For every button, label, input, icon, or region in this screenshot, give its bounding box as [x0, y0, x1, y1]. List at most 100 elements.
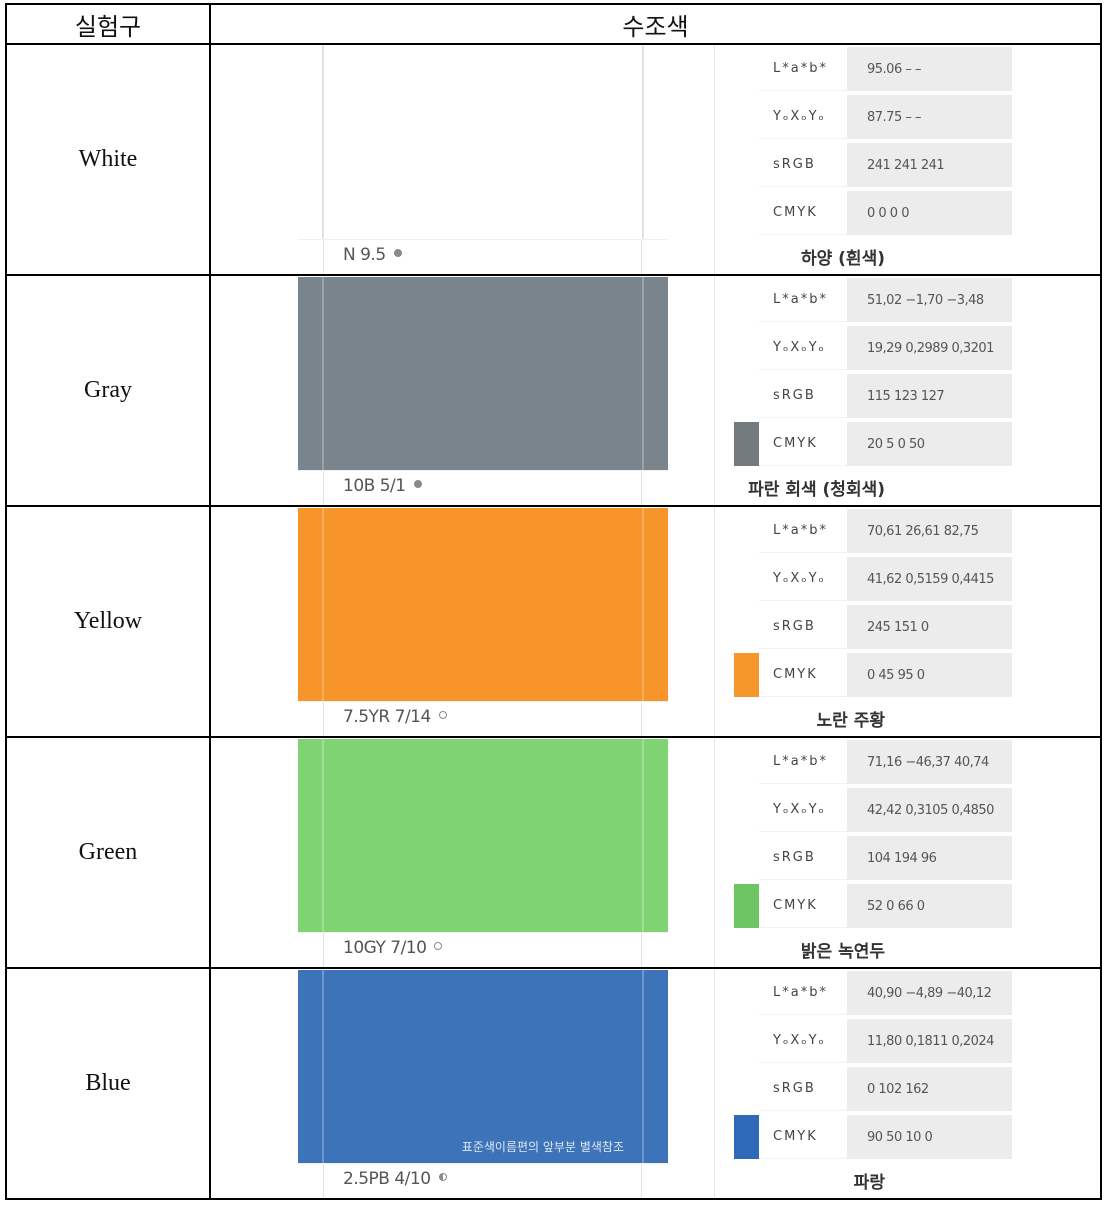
spec-row-lab: L*a*b* 71,16 −46,37 40,74	[734, 740, 1012, 784]
value-dot-icon	[393, 249, 402, 257]
color-swatch	[298, 46, 668, 239]
group-label: Gray	[5, 274, 211, 507]
spec-key: YₒXₒYₒ	[759, 788, 847, 832]
spec-key: CMYK	[759, 884, 847, 928]
color-cell: 7.5YR 7/14 노란 주황 L*a*b* 70,61 26,61 82,75…	[209, 505, 1102, 738]
spec-row-cmyk: CMYK 0 0 0 0	[734, 191, 1012, 235]
korean-color-name: 하양 (흰색)	[800, 249, 885, 269]
color-chip	[734, 422, 759, 466]
chip-spacer	[734, 740, 759, 784]
spec-value: 42,42 0,3105 0,4850	[847, 788, 1012, 832]
spec-value: 104 194 96	[847, 836, 1012, 880]
color-table: 실험구 수조색 White N 9.5 하양 (흰색) L*a*b* 95.06 …	[5, 3, 1102, 1200]
munsell-code: 10GY 7/10	[343, 938, 443, 958]
spec-value: 95.06 – –	[847, 47, 1012, 91]
group-label: Green	[5, 736, 211, 969]
spec-key: YₒXₒYₒ	[759, 326, 847, 370]
spec-key: L*a*b*	[759, 47, 847, 91]
spec-row-cmyk: CMYK 20 5 0 50	[734, 422, 1012, 466]
spec-row-srgb: sRGB 245 151 0	[734, 605, 1012, 649]
munsell-code: 2.5PB 4/10	[343, 1169, 447, 1189]
frame-line	[714, 276, 715, 505]
spec-key: YₒXₒYₒ	[759, 557, 847, 601]
spec-value: 87.75 – –	[847, 95, 1012, 139]
chip-spacer	[734, 1019, 759, 1063]
munsell-text: 10GY 7/10	[343, 938, 427, 958]
spec-key: CMYK	[759, 653, 847, 697]
color-swatch	[298, 277, 668, 470]
color-cell: 표준색이름편의 앞부분 별색참조 2.5PB 4/10 파랑 L*a*b* 40,…	[209, 967, 1102, 1200]
munsell-text: 7.5YR 7/14	[343, 707, 431, 727]
spec-value: 40,90 −4,89 −40,12	[847, 971, 1012, 1015]
swatch-edge	[642, 970, 644, 1163]
spec-key: YₒXₒYₒ	[759, 1019, 847, 1063]
spec-value: 115 123 127	[847, 374, 1012, 418]
swatch-edge	[642, 46, 644, 239]
caption-divider	[298, 701, 668, 702]
spec-key: CMYK	[759, 422, 847, 466]
value-dot-icon	[434, 942, 443, 950]
spec-key: L*a*b*	[759, 740, 847, 784]
spec-key: CMYK	[759, 1115, 847, 1159]
header-group: 실험구	[5, 3, 211, 45]
spec-key: sRGB	[759, 605, 847, 649]
spec-value: 11,80 0,1811 0,2024	[847, 1019, 1012, 1063]
color-spec-table: L*a*b* 71,16 −46,37 40,74 YₒXₒYₒ 42,42 0,31…	[734, 740, 1012, 932]
chip-spacer	[734, 143, 759, 187]
spec-row-lab: L*a*b* 95.06 – –	[734, 47, 1012, 91]
swatch-edge	[642, 277, 644, 470]
color-cell: N 9.5 하양 (흰색) L*a*b* 95.06 – – YₒXₒYₒ 87.75…	[209, 43, 1102, 276]
table-row: Gray 10B 5/1 파란 회색 (청회색) L*a*b* 51,02 −1,…	[5, 274, 1102, 507]
color-spec-table: L*a*b* 70,61 26,61 82,75 YₒXₒYₒ 41,62 0,515…	[734, 509, 1012, 701]
spec-value: 20 5 0 50	[847, 422, 1012, 466]
spec-row-srgb: sRGB 104 194 96	[734, 836, 1012, 880]
spec-key: L*a*b*	[759, 971, 847, 1015]
spec-key: L*a*b*	[759, 278, 847, 322]
munsell-code: 10B 5/1	[343, 476, 422, 496]
caption-divider	[298, 239, 668, 240]
header-row: 실험구 수조색	[5, 3, 1102, 45]
chip-spacer	[734, 47, 759, 91]
chip-spacer	[734, 836, 759, 880]
group-label: Yellow	[5, 505, 211, 738]
color-spec-table: L*a*b* 95.06 – – YₒXₒYₒ 87.75 – – sRGB 241 24…	[734, 47, 1012, 239]
color-chip	[734, 1115, 759, 1159]
chip-spacer	[734, 278, 759, 322]
caption-divider	[298, 932, 668, 933]
chip-spacer	[734, 374, 759, 418]
color-swatch: 표준색이름편의 앞부분 별색참조	[298, 970, 668, 1163]
spec-row-srgb: sRGB 0 102 162	[734, 1067, 1012, 1111]
spec-key: CMYK	[759, 191, 847, 235]
value-dot-icon	[438, 711, 447, 719]
caption-divider	[298, 1163, 668, 1164]
spec-key: sRGB	[759, 374, 847, 418]
korean-color-name: 밝은 녹연두	[800, 942, 885, 962]
table-row: Yellow 7.5YR 7/14 노란 주황 L*a*b* 70,61 26,6…	[5, 505, 1102, 738]
chip-spacer	[734, 509, 759, 553]
value-dot-icon	[413, 480, 422, 488]
swatch-note: 표준색이름편의 앞부분 별색참조	[461, 1140, 624, 1154]
spec-row-lab: L*a*b* 51,02 −1,70 −3,48	[734, 278, 1012, 322]
group-label: Blue	[5, 967, 211, 1200]
korean-color-name: 파란 회색 (청회색)	[748, 480, 885, 500]
spec-value: 70,61 26,61 82,75	[847, 509, 1012, 553]
chip-spacer	[734, 95, 759, 139]
color-spec-table: L*a*b* 51,02 −1,70 −3,48 YₒXₒYₒ 19,29 0,298…	[734, 278, 1012, 470]
chip-spacer	[734, 1067, 759, 1111]
frame-line	[714, 738, 715, 967]
spec-row-yxy: YₒXₒYₒ 41,62 0,5159 0,4415	[734, 557, 1012, 601]
group-label: White	[5, 43, 211, 276]
spec-row-cmyk: CMYK 52 0 66 0	[734, 884, 1012, 928]
spec-row-lab: L*a*b* 70,61 26,61 82,75	[734, 509, 1012, 553]
swatch-edge	[322, 508, 324, 701]
chip-spacer	[734, 971, 759, 1015]
spec-value: 19,29 0,2989 0,3201	[847, 326, 1012, 370]
spec-row-lab: L*a*b* 40,90 −4,89 −40,12	[734, 971, 1012, 1015]
spec-key: sRGB	[759, 143, 847, 187]
swatch-edge	[322, 970, 324, 1163]
spec-value: 241 241 241	[847, 143, 1012, 187]
chip-spacer	[734, 557, 759, 601]
table-row: Blue 표준색이름편의 앞부분 별색참조 2.5PB 4/10 파랑 L*a*…	[5, 967, 1102, 1200]
color-chip	[734, 653, 759, 697]
munsell-text: N 9.5	[343, 245, 386, 265]
